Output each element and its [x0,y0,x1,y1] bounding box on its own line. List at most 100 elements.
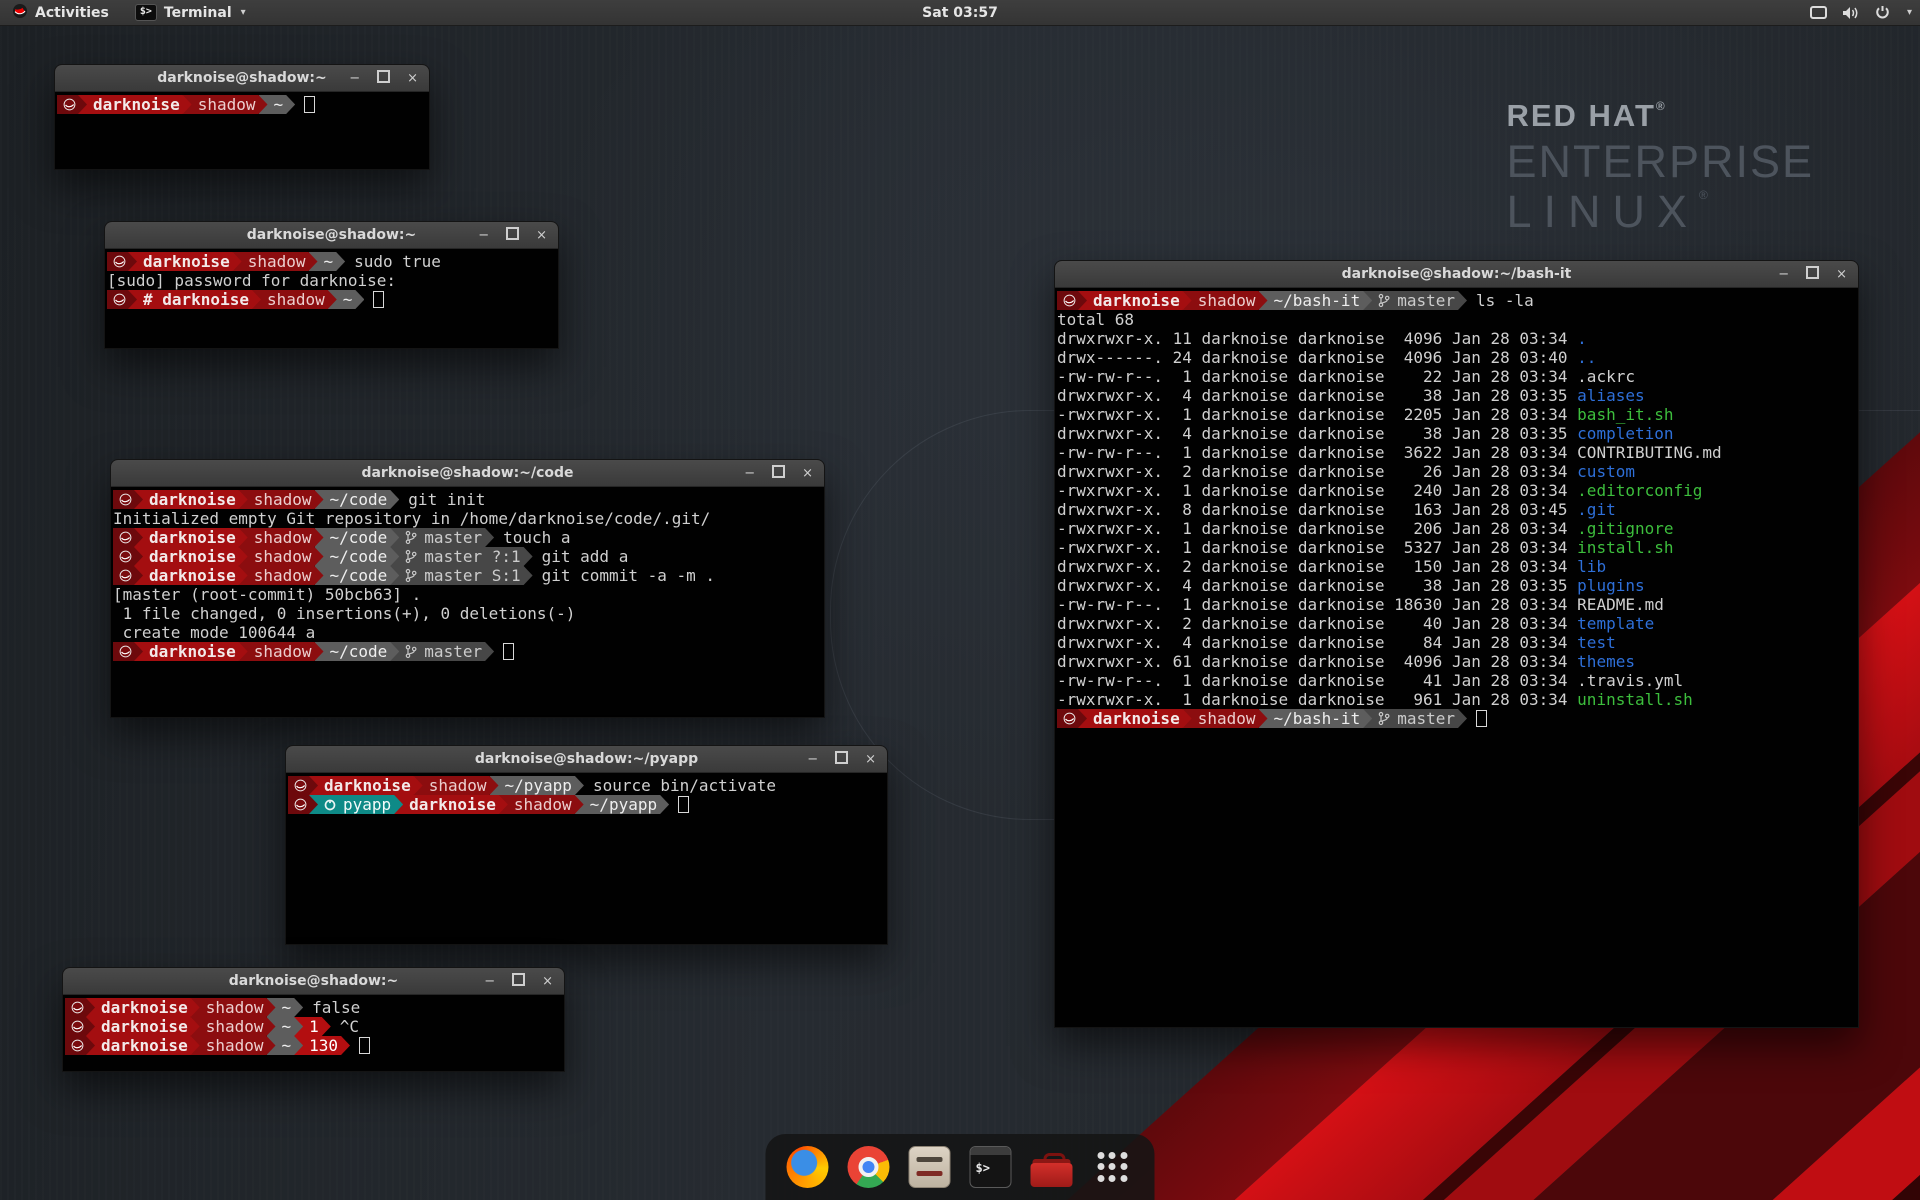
terminal-body[interactable]: darknoiseshadow~/bash-itmasterls -latota… [1055,288,1858,1027]
minimize-button[interactable]: − [484,975,495,988]
output-text: -rwxrwxr-x. 1 darknoise darknoise 5327 J… [1057,538,1577,557]
top-bar: Activities $> Terminal ▾ Sat 03:57 ▾ [0,0,1920,26]
maximize-button[interactable] [512,973,525,989]
window-titlebar[interactable]: darknoise@shadow:~ − × [63,968,564,995]
output-text: [master (root-commit) 50bcb63] . [113,585,421,604]
output-text: drwx------. 24 darknoise darknoise 4096 … [1057,348,1577,367]
prompt-git-segment: master [390,642,494,661]
prompt-user-segment: darknoise [394,795,508,814]
window-title: darknoise@shadow:~/pyapp [475,751,698,767]
prompt-host-segment: shadow [499,795,584,814]
minimize-button[interactable]: − [807,753,818,766]
terminal-cursor [503,643,514,660]
output-line: drwxrwxr-x. 4 darknoise darknoise 38 Jan… [1057,386,1858,405]
terminal-body[interactable]: darknoiseshadow~/pyappsource bin/activat… [286,773,887,944]
file-name: . [1577,329,1587,348]
command-text: false [312,998,360,1017]
display-icon[interactable] [1810,6,1827,20]
output-line: drwxrwxr-x. 2 darknoise darknoise 40 Jan… [1057,614,1858,633]
window-titlebar[interactable]: darknoise@shadow:~ − × [55,65,429,92]
toolbox-icon[interactable] [1030,1145,1074,1189]
system-menu-chevron-icon[interactable]: ▾ [1907,7,1912,18]
prompt-path-segment: ~/code [315,528,400,547]
output-text: drwxrwxr-x. 11 darknoise darknoise 4096 … [1057,329,1577,348]
maximize-button[interactable] [1806,266,1819,282]
volume-icon[interactable] [1842,6,1860,20]
maximize-button[interactable] [377,70,390,86]
command-text: touch a [503,528,570,547]
window-titlebar[interactable]: darknoise@shadow:~/pyapp − × [286,746,887,773]
terminal-body[interactable]: darknoiseshadow~sudo true[sudo] password… [105,249,558,348]
wordmark-linux: LINUX [1506,186,1699,237]
close-button[interactable]: × [542,975,553,988]
output-text: drwxrwxr-x. 4 darknoise darknoise 38 Jan… [1057,386,1577,405]
file-name: completion [1577,424,1673,443]
files-icon[interactable] [908,1145,952,1189]
output-text: drwxrwxr-x. 4 darknoise darknoise 38 Jan… [1057,576,1577,595]
window-title: darknoise@shadow:~ [229,973,399,989]
prompt-path-segment: ~/pyapp [575,795,669,814]
window-titlebar[interactable]: darknoise@shadow:~/code − × [111,460,824,487]
output-line: drwxrwxr-x. 4 darknoise darknoise 38 Jan… [1057,576,1858,595]
window-titlebar[interactable]: darknoise@shadow:~/bash-it − × [1055,261,1858,288]
output-text: -rw-rw-r--. 1 darknoise darknoise 22 Jan… [1057,367,1577,386]
output-text: total 68 [1057,310,1134,329]
chrome-icon[interactable] [847,1145,891,1189]
app-menu[interactable]: $> Terminal ▾ [125,0,256,25]
maximize-button[interactable] [835,751,848,767]
maximize-button[interactable] [506,227,519,243]
output-line: drwxrwxr-x. 2 darknoise darknoise 26 Jan… [1057,462,1858,481]
prompt-path-segment: ~/bash-it [1259,709,1373,728]
output-line: create mode 100644 a [113,623,824,642]
terminal-body[interactable]: darknoiseshadow~falsedarknoiseshadow~1^C… [63,995,564,1071]
output-line: drwxrwxr-x. 8 darknoise darknoise 163 Ja… [1057,500,1858,519]
output-text: drwxrwxr-x. 2 darknoise darknoise 40 Jan… [1057,614,1577,633]
prompt-host-segment: shadow [239,547,324,566]
command-text: git commit -a -m . [542,566,715,585]
terminal-body[interactable]: darknoiseshadow~/codegit initInitialized… [111,487,824,717]
app-grid-icon[interactable] [1091,1145,1135,1189]
minimize-button[interactable]: − [1778,268,1789,281]
terminal-dock-icon[interactable]: $> [969,1145,1013,1189]
file-name: template [1577,614,1654,633]
prompt-user-segment: darknoise [309,776,423,795]
close-button[interactable]: × [407,72,418,85]
terminal-body[interactable]: darknoiseshadow~ [55,92,429,169]
activities-button[interactable]: Activities [0,0,121,25]
output-line: drwxrwxr-x. 61 darknoise darknoise 4096 … [1057,652,1858,671]
prompt-line: darknoiseshadow~130 [65,1036,564,1055]
minimize-button[interactable]: − [349,72,360,85]
prompt-host-segment: shadow [1183,709,1268,728]
file-name: aliases [1577,386,1644,405]
minimize-button[interactable]: − [744,467,755,480]
terminal-glyph: $> [976,1161,990,1175]
clock[interactable]: Sat 03:57 [922,0,998,25]
close-button[interactable]: × [802,467,813,480]
redhat-logo-icon [12,3,28,23]
file-name: install.sh [1577,538,1673,557]
file-name: plugins [1577,576,1644,595]
output-line: 1 file changed, 0 insertions(+), 0 delet… [113,604,824,623]
minimize-button[interactable]: − [478,229,489,242]
output-text: -rwxrwxr-x. 1 darknoise darknoise 240 Ja… [1057,481,1577,500]
maximize-button[interactable] [772,465,785,481]
window-title: darknoise@shadow:~/bash-it [1342,266,1572,282]
window-titlebar[interactable]: darknoise@shadow:~ − × [105,222,558,249]
wordmark-enterprise: ENTERPRISE [1506,139,1814,184]
close-button[interactable]: × [536,229,547,242]
terminal-cursor [373,291,384,308]
prompt-line: darknoiseshadow~/bash-itmaster [1057,709,1858,728]
close-button[interactable]: × [1836,268,1847,281]
output-line: -rwxrwxr-x. 1 darknoise darknoise 2205 J… [1057,405,1858,424]
maximize-icon [1806,266,1819,279]
power-icon[interactable] [1875,5,1890,20]
file-name: README.md [1577,595,1664,614]
prompt-line: darknoiseshadow~/codemaster S:1git commi… [113,566,824,585]
prompt-user-segment: darknoise [1078,291,1192,310]
command-text: source bin/activate [593,776,776,795]
maximize-icon [512,973,525,986]
firefox-icon[interactable] [786,1145,830,1189]
terminal-window-bash-it: darknoise@shadow:~/bash-it − × darknoise… [1054,260,1859,1028]
close-button[interactable]: × [865,753,876,766]
prompt-user-segment: darknoise [86,1036,200,1055]
